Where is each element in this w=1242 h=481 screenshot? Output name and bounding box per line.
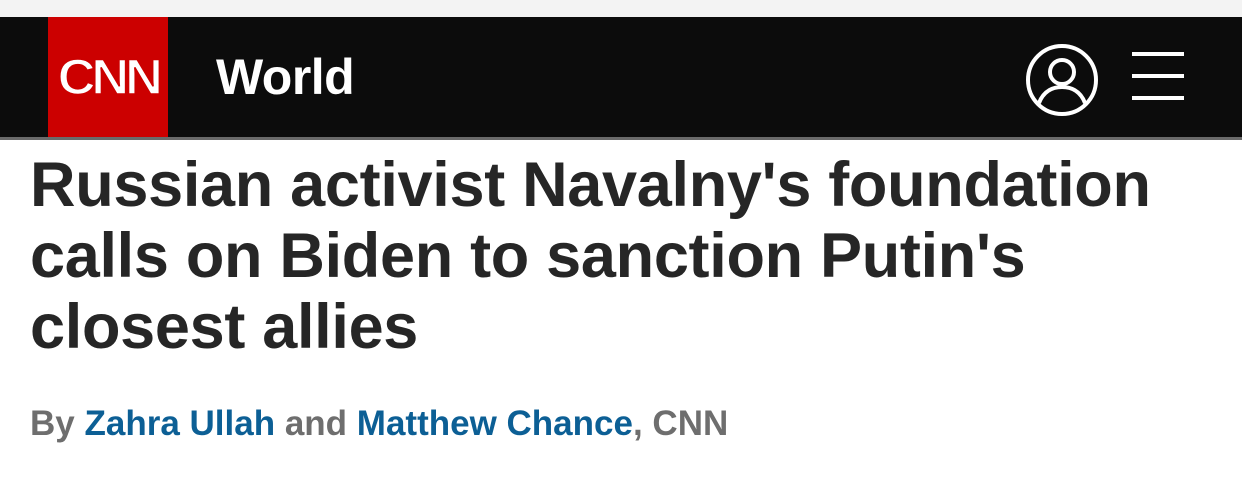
site-header: CNN World: [0, 17, 1242, 137]
header-divider: [0, 137, 1242, 140]
byline-source: CNN: [652, 404, 729, 443]
byline-prefix: By: [30, 404, 75, 443]
author-link-zahra-ullah[interactable]: Zahra Ullah: [84, 404, 275, 443]
byline-separator: ,: [632, 404, 643, 443]
article-byline: By Zahra Ullah and Matthew Chance, CNN: [30, 404, 728, 444]
user-circle-icon: [1026, 44, 1098, 116]
cnn-logo-text: CNN: [57, 49, 164, 105]
hamburger-menu-icon: [1132, 52, 1184, 100]
article-headline: Russian activist Navalny's foundation ca…: [30, 150, 1151, 362]
section-title[interactable]: World: [216, 17, 355, 137]
byline-conjunction: and: [284, 404, 348, 443]
author-link-matthew-chance[interactable]: Matthew Chance: [357, 404, 633, 443]
account-button[interactable]: [1024, 42, 1100, 118]
menu-button[interactable]: [1130, 50, 1186, 102]
top-strip: [0, 0, 1242, 17]
cnn-logo[interactable]: CNN: [48, 17, 168, 137]
